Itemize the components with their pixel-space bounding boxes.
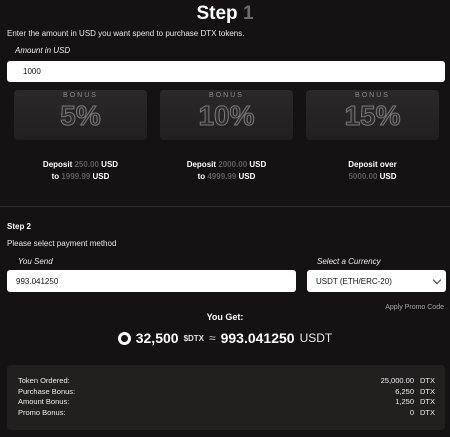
usdt-amount: 993.041250 [220, 330, 295, 346]
tier-min: 250.00 [74, 160, 99, 169]
summary-unit: DTX [420, 407, 435, 417]
bonus-value: 15% [344, 100, 401, 132]
step1-title: Step 1 [0, 3, 450, 25]
step2-title: Step 2 [7, 222, 32, 231]
dtx-token-icon [117, 331, 131, 345]
summary-unit: DTX [420, 376, 435, 385]
tier-unit: USD [247, 160, 267, 169]
tier-3-range: Deposit over 5000.00 USD [300, 159, 445, 183]
currency-label: Select a Currency [317, 257, 381, 266]
summary-label: Token Ordered: [18, 376, 70, 385]
tier-max: 1999.99 [61, 172, 91, 181]
bonus-word: BONUS [63, 92, 98, 99]
summary-label: Purchase Bonus: [18, 386, 76, 396]
tier-text: Deposit [186, 160, 219, 169]
tier-text: to [197, 172, 208, 181]
you-get-label: You Get: [206, 312, 244, 322]
bonus-value: 10% [198, 100, 255, 132]
you-send-input[interactable]: 993.041250 [7, 270, 296, 292]
summary-row-amount-bonus: Amount Bonus: 1,250 DTX [18, 397, 435, 408]
bonus-card-10: BONUS 10% [160, 90, 293, 140]
approx-symbol: ≈ [209, 331, 216, 345]
chevron-down-icon [432, 275, 442, 284]
step-title-text: Step [196, 3, 238, 24]
amount-input[interactable]: 1000 [7, 61, 445, 82]
step-title-number: 1 [242, 3, 254, 24]
tier-2-range: Deposit 2000.00 USD to 4999.99 USD [154, 159, 299, 183]
summary-row-purchase-bonus: Purchase Bonus: 6,250 DTX [18, 387, 435, 398]
summary-row-token-ordered: Token Ordered: 25,000.00 DTX [18, 376, 435, 387]
tier-unit: USD [236, 172, 256, 181]
currency-select[interactable]: USDT (ETH/ERC-20) [307, 270, 446, 292]
bonus-word: BONUS [355, 92, 390, 99]
tier-unit: USD [90, 172, 110, 181]
you-get-row: 32,500 $DTX ≈ 993.041250 USDT [0, 330, 450, 346]
summary-label: Promo Bonus: [18, 407, 66, 417]
tier-text: to [51, 172, 62, 181]
amount-label: Amount in USD [15, 46, 71, 55]
tier-text: Deposit [42, 160, 75, 169]
summary-unit: DTX [420, 386, 435, 396]
tier-text: Deposit over [348, 160, 397, 169]
you-send-label: You Send [18, 257, 53, 266]
summary-value: 0 [409, 407, 414, 417]
payment-method-label: Please select payment method [7, 239, 117, 248]
summary-row-promo-bonus: Promo Bonus: 0 DTX [18, 408, 435, 419]
section-divider [0, 206, 450, 207]
summary-unit: DTX [420, 397, 435, 406]
summary-label: Amount Bonus: [18, 397, 70, 406]
tier-1-range: Deposit 250.00 USD to 1999.99 USD [8, 159, 153, 183]
order-summary: Token Ordered: 25,000.00 DTX Purchase Bon… [7, 365, 445, 430]
usdt-currency: USDT [299, 331, 333, 345]
bonus-value: 5% [60, 100, 101, 132]
tier-unit: USD [98, 160, 119, 169]
summary-value: 25,000.00 [380, 376, 414, 385]
summary-value: 6,250 [395, 386, 414, 396]
currency-selected-value: USDT (ETH/ERC-20) [316, 276, 392, 286]
tier-unit: USD [377, 172, 397, 181]
bonus-word: BONUS [209, 92, 244, 99]
bonus-card-15: BONUS 15% [306, 90, 439, 140]
tier-max: 4999.99 [207, 172, 237, 181]
tier-min: 2000.00 [218, 160, 248, 169]
dtx-amount: 32,500 [135, 330, 179, 346]
tier-min: 5000.00 [348, 172, 378, 181]
bonus-card-5: BONUS 5% [14, 90, 147, 140]
summary-value: 1,250 [395, 397, 414, 406]
dtx-ticker: $DTX [183, 333, 205, 343]
apply-promo-code-link[interactable]: Apply Promo Code [385, 304, 444, 311]
step1-instructions: Enter the amount in USD you want spend t… [7, 29, 245, 38]
